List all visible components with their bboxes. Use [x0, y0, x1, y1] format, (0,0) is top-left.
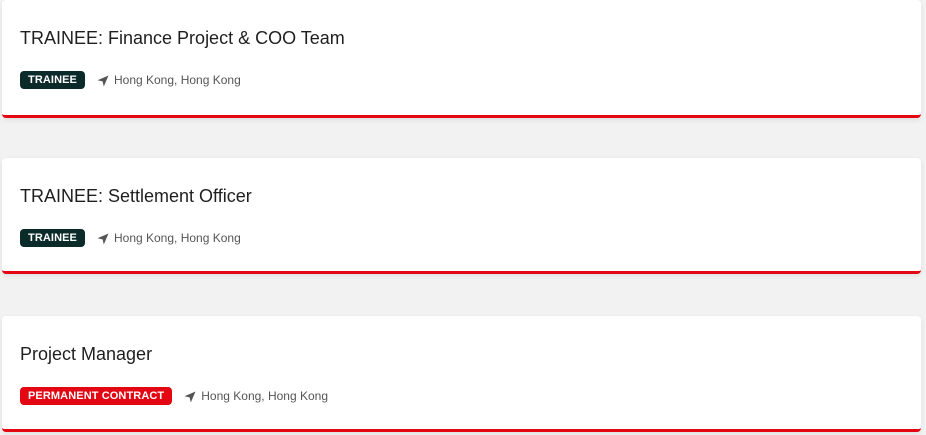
job-location: Hong Kong, Hong Kong [201, 389, 329, 403]
contract-type-badge: TRAINEE [20, 229, 85, 247]
location-arrow-icon [184, 390, 196, 403]
location-arrow-icon [97, 232, 109, 245]
job-meta: TRAINEE Hong Kong, Hong Kong [20, 70, 241, 90]
contract-type-badge: PERMANENT CONTRACT [20, 387, 173, 405]
job-location: Hong Kong, Hong Kong [113, 231, 241, 245]
job-meta: PERMANENT CONTRACT Hong Kong, Hong Kong [20, 386, 328, 406]
job-list: TRAINEE: Finance Project & COO Team TRAI… [0, 0, 926, 435]
location-arrow-icon [97, 74, 109, 87]
job-title[interactable]: TRAINEE: Settlement Officer [20, 186, 252, 207]
job-title[interactable]: Project Manager [20, 344, 152, 365]
job-meta: TRAINEE Hong Kong, Hong Kong [20, 228, 241, 248]
job-location: Hong Kong, Hong Kong [113, 73, 241, 87]
job-card[interactable]: TRAINEE: Settlement Officer TRAINEE Hong… [2, 158, 921, 274]
job-card[interactable]: Project Manager PERMANENT CONTRACT Hong … [2, 316, 921, 432]
contract-type-badge: TRAINEE [20, 71, 85, 89]
job-card[interactable]: TRAINEE: Finance Project & COO Team TRAI… [2, 0, 921, 118]
job-title[interactable]: TRAINEE: Finance Project & COO Team [20, 28, 345, 49]
